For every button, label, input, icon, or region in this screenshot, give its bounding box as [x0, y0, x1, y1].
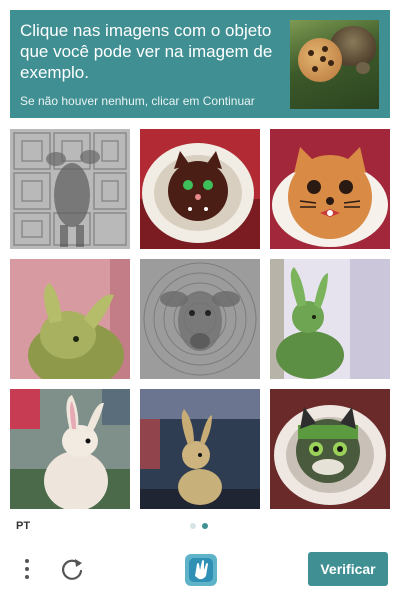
- refresh-icon[interactable]: [58, 555, 86, 583]
- page-dot-1[interactable]: [190, 523, 196, 529]
- grid-tile-5[interactable]: [140, 259, 260, 379]
- grid-tile-1[interactable]: [10, 129, 130, 249]
- grid-tile-6[interactable]: [270, 259, 390, 379]
- grid-tile-8[interactable]: [140, 389, 260, 509]
- image-grid: [10, 129, 390, 509]
- example-image: [290, 20, 379, 109]
- bottom-bar: Verificar: [0, 540, 400, 600]
- cookie: [298, 38, 342, 82]
- language-selector[interactable]: PT: [16, 520, 30, 532]
- grid-tile-9[interactable]: [270, 389, 390, 509]
- turtle-head: [356, 62, 370, 74]
- more-vertical-icon[interactable]: [18, 556, 36, 582]
- grid-tile-3[interactable]: [270, 129, 390, 249]
- grid-tile-4[interactable]: [10, 259, 130, 379]
- challenge-prompt: Clique nas imagens com o objeto que você…: [20, 21, 273, 82]
- challenge-hint: Se não houver nenhum, clicar em Continua…: [20, 94, 255, 108]
- hcaptcha-logo-icon: [183, 552, 219, 588]
- page-dot-2[interactable]: [202, 523, 208, 529]
- grid-tile-2[interactable]: [140, 129, 260, 249]
- verify-button[interactable]: Verificar: [308, 552, 388, 586]
- grid-tile-7[interactable]: [10, 389, 130, 509]
- challenge-header: Clique nas imagens com o objeto que você…: [10, 10, 390, 118]
